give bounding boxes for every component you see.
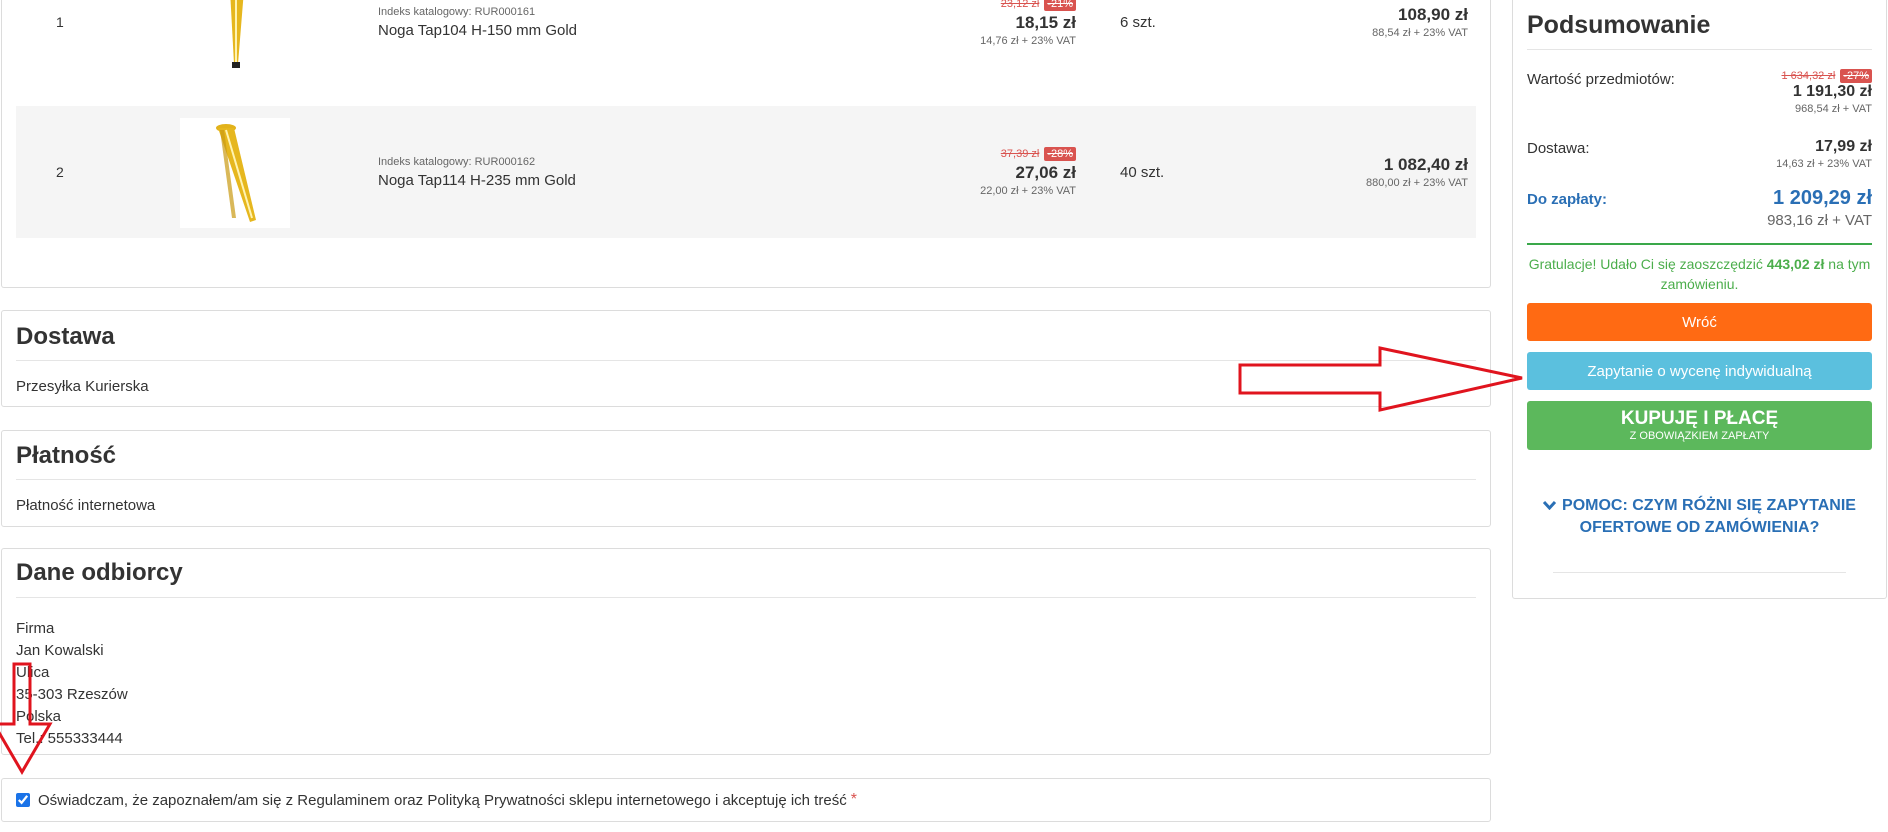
items-net: 968,54 zł + VAT bbox=[1795, 103, 1872, 115]
recipient-company: Firma bbox=[16, 620, 55, 637]
buy-button-sublabel: Z OBOWIĄZKIEM ZAPŁATY bbox=[1629, 429, 1770, 442]
product-image[interactable] bbox=[180, 0, 290, 78]
divider bbox=[1527, 243, 1872, 245]
recipient-country: Polska bbox=[16, 708, 62, 725]
consent-panel: Oświadczam, że zapoznałem/am się z Regul… bbox=[1, 778, 1491, 822]
payment-title: Płatność bbox=[16, 442, 117, 469]
recipient-city: 35-303 Rzeszów bbox=[16, 686, 128, 703]
delivery-method: Przesyłka Kurierska bbox=[16, 378, 149, 395]
buy-and-pay-button[interactable]: KUPUJĘ I PŁACĘ Z OBOWIĄZKIEM ZAPŁATY bbox=[1527, 401, 1872, 450]
to-pay-value: 1 209,29 zł bbox=[1773, 187, 1872, 209]
items-label: Wartość przedmiotów: bbox=[1527, 71, 1675, 88]
divider bbox=[1527, 49, 1872, 50]
discount-badge: -28% bbox=[1044, 147, 1076, 161]
product-info: Indeks katalogowy: RUR000161 Noga Tap104… bbox=[378, 0, 577, 88]
savings-message: Gratulacje! Udało Ci się zaoszczędzić 44… bbox=[1527, 254, 1872, 294]
divider bbox=[1553, 572, 1846, 573]
price-net: 22,00 zł + 23% VAT bbox=[980, 185, 1076, 197]
delivery-cost-label: Dostawa: bbox=[1527, 140, 1590, 157]
product-name[interactable]: Noga Tap114 H-235 mm Gold bbox=[378, 172, 576, 189]
discount-badge: -21% bbox=[1044, 0, 1076, 11]
items-discount-badge: -27% bbox=[1840, 69, 1872, 83]
required-mark: * bbox=[850, 791, 857, 808]
divider bbox=[16, 597, 1476, 598]
to-pay-net: 983,16 zł + VAT bbox=[1767, 212, 1872, 229]
line-total: 108,90 zł 88,54 zł + 23% VAT bbox=[1372, 0, 1468, 88]
unit-price: 37,39 zł -28% 27,06 zł 22,00 zł + 23% VA… bbox=[980, 106, 1076, 238]
recipient-address: Firma Jan Kowalski Ulica 35-303 Rzeszów … bbox=[16, 618, 128, 750]
price-net: 14,76 zł + 23% VAT bbox=[980, 35, 1076, 47]
catalog-index: Indeks katalogowy: RUR000161 bbox=[378, 5, 536, 18]
delivery-cost-net: 14,63 zł + 23% VAT bbox=[1776, 158, 1872, 170]
summary-title: Podsumowanie bbox=[1527, 11, 1711, 39]
recipient-street: Ulica bbox=[16, 664, 50, 681]
total-net: 880,00 zł + 23% VAT bbox=[1365, 177, 1468, 189]
items-value-row: Wartość przedmiotów: 1 634,32 zł -27% 1 … bbox=[1527, 69, 1872, 124]
order-summary-page: 1 Indeks katalogowy: RUR000161 Noga Tap1… bbox=[0, 0, 1888, 832]
price-value: 18,15 zł bbox=[1015, 13, 1077, 32]
price-value: 27,06 zł bbox=[1015, 163, 1077, 182]
old-price: 23,12 zł bbox=[1000, 0, 1040, 10]
help-link[interactable]: POMOC: CZYM RÓŻNI SIĘ ZAPYTANIE OFERTOWE… bbox=[1527, 494, 1872, 539]
gold-leg-image bbox=[216, 124, 256, 222]
payment-method: Płatność internetowa bbox=[16, 497, 156, 514]
buy-button-label: KUPUJĘ I PŁACĘ bbox=[1620, 407, 1779, 429]
recipient-name: Jan Kowalski bbox=[16, 642, 104, 659]
delivery-title: Dostawa bbox=[16, 323, 115, 350]
back-button-label: Wróć bbox=[1682, 313, 1717, 331]
savings-amount: 443,02 zł bbox=[1766, 256, 1825, 272]
individual-quote-button[interactable]: Zapytanie o wycenę indywidualną bbox=[1527, 352, 1872, 390]
product-row: 2 Indeks katalogowy: RUR000162 Noga Tap1… bbox=[16, 106, 1476, 238]
total-value: 108,90 zł bbox=[1398, 5, 1468, 24]
unit-price: 23,12 zł -21% 18,15 zł 14,76 zł + 23% VA… bbox=[980, 0, 1076, 88]
delivery-cost-value: 17,99 zł bbox=[1815, 138, 1872, 155]
product-name[interactable]: Noga Tap104 H-150 mm Gold bbox=[378, 22, 577, 39]
recipient-title: Dane odbiorcy bbox=[16, 559, 183, 586]
help-link-label: POMOC: CZYM RÓŻNI SIĘ ZAPYTANIE OFERTOWE… bbox=[1562, 497, 1856, 536]
items-old-price: 1 634,32 zł bbox=[1781, 70, 1836, 82]
recipient-panel: Dane odbiorcy Firma Jan Kowalski Ulica 3… bbox=[1, 548, 1491, 755]
divider bbox=[16, 479, 1476, 480]
total-net: 88,54 zł + 23% VAT bbox=[1372, 27, 1468, 39]
product-info: Indeks katalogowy: RUR000162 Noga Tap114… bbox=[378, 106, 576, 238]
products-panel: 1 Indeks katalogowy: RUR000161 Noga Tap1… bbox=[1, 0, 1491, 288]
delivery-cost-row: Dostawa: 17,99 zł 14,63 zł + 23% VAT bbox=[1527, 138, 1872, 178]
to-pay-label: Do zapłaty: bbox=[1527, 191, 1608, 208]
terms-label[interactable]: Oświadczam, że zapoznałem/am się z Regul… bbox=[38, 792, 847, 809]
gold-leg-image bbox=[230, 0, 244, 68]
product-row: 1 Indeks katalogowy: RUR000161 Noga Tap1… bbox=[16, 0, 1476, 88]
product-number: 2 bbox=[56, 164, 64, 180]
quantity: 6 szt. bbox=[1120, 13, 1156, 31]
summary-panel: Podsumowanie Wartość przedmiotów: 1 634,… bbox=[1512, 0, 1887, 599]
old-price: 37,39 zł bbox=[1000, 148, 1040, 160]
total-value: 1 082,40 zł bbox=[1383, 155, 1468, 174]
product-number: 1 bbox=[56, 14, 64, 30]
back-button[interactable]: Wróć bbox=[1527, 303, 1872, 341]
divider bbox=[16, 360, 1476, 361]
to-pay-row: Do zapłaty: 1 209,29 zł 983,16 zł + VAT bbox=[1527, 187, 1872, 237]
chevron-down-icon bbox=[1542, 494, 1557, 516]
terms-checkbox[interactable] bbox=[16, 793, 30, 807]
individual-quote-label: Zapytanie o wycenę indywidualną bbox=[1587, 362, 1812, 380]
payment-panel: Płatność Płatność internetowa bbox=[1, 430, 1491, 527]
catalog-index: Indeks katalogowy: RUR000162 bbox=[378, 155, 536, 168]
items-value: 1 191,30 zł bbox=[1792, 83, 1872, 100]
delivery-panel: Dostawa Przesyłka Kurierska bbox=[1, 310, 1491, 407]
line-total: 1 082,40 zł 880,00 zł + 23% VAT bbox=[1366, 106, 1468, 238]
savings-text: Gratulacje! Udało Ci się zaoszczędzić bbox=[1528, 256, 1763, 272]
quantity: 40 szt. bbox=[1120, 163, 1165, 181]
recipient-phone: Tel.: 555333444 bbox=[16, 730, 123, 747]
product-image[interactable] bbox=[180, 118, 290, 228]
